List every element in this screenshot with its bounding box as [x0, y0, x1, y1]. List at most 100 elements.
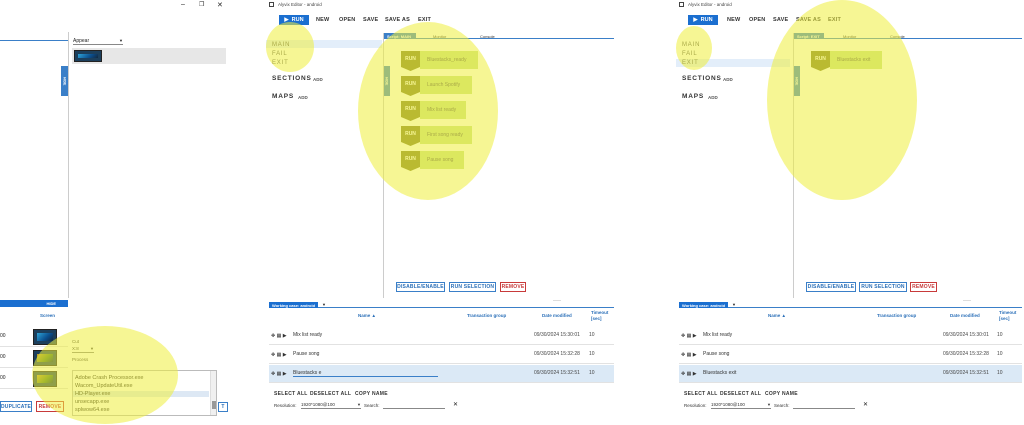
new-menu[interactable]: NEW — [316, 17, 329, 23]
timeout-header[interactable]: Timeout [sec] — [591, 310, 611, 322]
tab-console[interactable]: Console — [477, 33, 507, 39]
nav-main[interactable]: MAIN — [682, 42, 700, 48]
table-row-selected[interactable]: ✥ ▦ ▶ Bluestacks exit 09/30/2024 15:32:5… — [679, 365, 1022, 383]
copy-name-button[interactable]: COPY NAME — [765, 391, 798, 397]
timeout-header[interactable]: Timeout [sec] — [999, 310, 1019, 322]
select-all-button[interactable]: SELECT ALL — [274, 391, 308, 397]
exit-menu[interactable]: EXIT — [418, 17, 431, 23]
disable-enable-button[interactable]: DISABLE/ENABLE — [396, 282, 445, 292]
run-button[interactable]: ▶ RUN — [279, 15, 309, 25]
process-list[interactable]: Adobe Crash Processor.exe Wacom_UpdateUt… — [72, 370, 217, 416]
process-scrollbar[interactable] — [210, 371, 216, 415]
deselect-all-button[interactable]: DESELECT ALL — [310, 391, 351, 397]
open-menu[interactable]: OPEN — [339, 17, 355, 23]
step-run-tag[interactable]: RUN — [811, 51, 830, 71]
hide-toggle[interactable]: HIDE — [383, 66, 390, 96]
step-run-tag[interactable]: RUN — [401, 126, 420, 146]
duplicate-button[interactable]: DUPLICATE — [0, 401, 32, 412]
select-all-button[interactable]: SELECT ALL — [684, 391, 718, 397]
save-as-menu[interactable]: SAVE AS — [385, 17, 410, 23]
resolution-dropdown[interactable]: 1920*1080@100 ▼ — [301, 402, 361, 409]
deselect-all-button[interactable]: DESELECT ALL — [720, 391, 761, 397]
minimize-icon[interactable]: – — [181, 1, 185, 8]
row-controls-icon[interactable]: ✥ ▦ ▶ — [681, 352, 697, 358]
clear-search-icon[interactable]: ✕ — [453, 401, 458, 408]
nav-exit[interactable]: EXIT — [682, 60, 699, 66]
row-name-editing[interactable]: Bluestacks e — [293, 370, 438, 377]
cut-dropdown[interactable]: X:8 ▼ — [72, 346, 94, 353]
row-controls-icon[interactable]: ✥ ▦ ▶ — [271, 333, 287, 339]
appear-dropdown[interactable]: Appear ▼ — [73, 38, 123, 45]
table-row[interactable]: ✥ ▦ ▶ Pause song 09/30/2024 15:32:28 10 — [269, 346, 614, 364]
remove-button[interactable]: REMOVE — [500, 282, 526, 292]
screen-row[interactable]: 00 — [0, 348, 68, 368]
resize-grip[interactable] — [553, 300, 561, 301]
nav-main[interactable]: MAIN — [272, 42, 290, 48]
clear-search-icon[interactable]: ✕ — [863, 401, 868, 408]
run-button[interactable]: ▶ RUN — [688, 15, 718, 25]
process-item[interactable]: splwow64.exe — [75, 407, 110, 413]
exit-menu[interactable]: EXIT — [828, 17, 841, 23]
step-run-tag[interactable]: RUN — [401, 51, 420, 71]
screen-row[interactable]: 00 — [0, 327, 68, 347]
table-row[interactable]: ✥ ▦ ▶ Mix list ready 09/30/2024 15:30:01… — [269, 327, 614, 345]
resize-grip[interactable] — [963, 300, 971, 301]
tab-script[interactable]: Script: MAIN — [384, 33, 416, 39]
hide-toggle[interactable]: HIDE — [793, 66, 800, 96]
working-case-dropdown-icon[interactable]: ▼ — [322, 302, 326, 307]
process-item-selected[interactable]: HD-Player.exe — [73, 391, 209, 397]
resolution-dropdown[interactable]: 1920*1080@100 ▼ — [711, 402, 771, 409]
table-row[interactable]: ✥ ▦ ▶ Mix list ready 09/30/2024 15:30:01… — [679, 327, 1022, 345]
open-menu[interactable]: OPEN — [749, 17, 765, 23]
name-column-header[interactable]: Name ▲ — [358, 313, 376, 318]
remove-button[interactable]: REMOVE — [36, 401, 64, 412]
nav-fail[interactable]: FAIL — [272, 51, 288, 57]
save-as-menu[interactable]: SAVE AS — [796, 17, 821, 23]
process-item[interactable]: unsecapp.exe — [75, 399, 109, 405]
add-section-link[interactable]: ADD — [313, 77, 323, 82]
transaction-group-header[interactable]: Transaction group — [877, 313, 916, 318]
scroll-thumb[interactable] — [212, 401, 216, 409]
table-row[interactable]: ✥ ▦ ▶ Pause song 09/30/2024 15:32:28 10 — [679, 346, 1022, 364]
close-icon[interactable]: ✕ — [217, 1, 223, 9]
add-section-link[interactable]: ADD — [723, 77, 733, 82]
date-modified-header[interactable]: Date modified — [542, 313, 572, 318]
row-controls-icon[interactable]: ✥ ▦ ▶ — [681, 371, 697, 377]
process-item[interactable]: Wacom_UpdateUtil.exe — [75, 383, 133, 389]
nav-exit[interactable]: EXIT — [272, 60, 289, 66]
run-selection-button[interactable]: RUN SELECTION — [859, 282, 907, 292]
tab-monitor[interactable]: Monitor — [430, 33, 460, 39]
date-modified-header[interactable]: Date modified — [950, 313, 980, 318]
tab-script[interactable]: Script: EXIT — [794, 33, 824, 39]
step-run-tag[interactable]: RUN — [401, 101, 420, 121]
search-input[interactable] — [793, 402, 855, 409]
disable-enable-button[interactable]: DISABLE/ENABLE — [806, 282, 856, 292]
selected-object-bar[interactable] — [72, 48, 226, 64]
search-input[interactable] — [383, 402, 445, 409]
name-column-header[interactable]: Name ▲ — [768, 313, 786, 318]
step-run-tag[interactable]: RUN — [401, 151, 420, 171]
new-menu[interactable]: NEW — [727, 17, 740, 23]
tab-console[interactable]: Console — [887, 33, 917, 39]
save-menu[interactable]: SAVE — [773, 17, 788, 23]
hide-bar-bottom[interactable]: HIDE — [0, 300, 68, 307]
working-case-dropdown-icon[interactable]: ▼ — [732, 302, 736, 307]
tab-monitor[interactable]: Monitor — [840, 33, 870, 39]
hide-toggle-right[interactable]: HIDE — [61, 66, 68, 96]
working-case-tab[interactable]: Working case: android — [269, 302, 318, 308]
remove-button[interactable]: REMOVE — [910, 282, 937, 292]
save-menu[interactable]: SAVE — [363, 17, 378, 23]
run-selection-button[interactable]: RUN SELECTION — [449, 282, 496, 292]
row-controls-icon[interactable]: ✥ ▦ ▶ — [271, 371, 287, 377]
table-row-selected[interactable]: ✥ ▦ ▶ Bluestacks e 09/30/2024 15:32:51 1… — [269, 365, 614, 383]
copy-name-button[interactable]: COPY NAME — [355, 391, 388, 397]
row-controls-icon[interactable]: ✥ ▦ ▶ — [681, 333, 697, 339]
screen-row[interactable]: 00 — [0, 369, 68, 389]
add-map-link[interactable]: ADD — [708, 95, 718, 100]
nav-fail[interactable]: FAIL — [682, 51, 698, 57]
ok-button-partial[interactable]: T — [218, 402, 228, 412]
step-run-tag[interactable]: RUN — [401, 76, 420, 96]
add-map-link[interactable]: ADD — [298, 95, 308, 100]
process-item[interactable]: Adobe Crash Processor.exe — [75, 375, 143, 381]
working-case-tab[interactable]: Working case: android — [679, 302, 728, 308]
